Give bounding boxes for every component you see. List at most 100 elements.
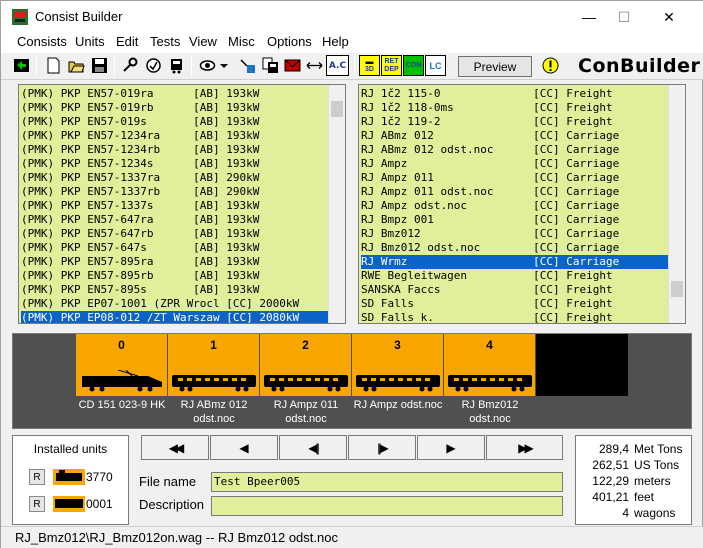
swap-icon[interactable]: [304, 55, 325, 76]
new-icon[interactable]: [43, 55, 64, 76]
right-list-item[interactable]: RJ Bmpz 001 [CC] Carriage: [361, 213, 668, 227]
save-icon[interactable]: [89, 55, 110, 76]
next-button[interactable]: ▶: [417, 435, 485, 460]
available-wagons-list[interactable]: RJ 1č2 115-0 [CC] Freight RJ 1č2 118-0ms …: [358, 84, 686, 324]
check-icon[interactable]: [143, 55, 164, 76]
right-list-item[interactable]: RJ Bmz012 odst.noc [CC] Carriage: [361, 241, 668, 255]
left-list-item[interactable]: (PMK) PKP EN57-1337ra [AB] 290kW: [21, 171, 328, 185]
description-field[interactable]: [211, 496, 563, 516]
reset-wagons-button[interactable]: R: [29, 496, 45, 512]
coach-icon: [264, 375, 348, 392]
preview-button[interactable]: Preview: [458, 56, 532, 77]
left-list-item[interactable]: (PMK) PKP EN57-1234rb [AB] 193kW: [21, 143, 328, 157]
left-list-item[interactable]: (PMK) PKP EN57-019s [AB] 193kW: [21, 115, 328, 129]
installed-units-panel: Installed units R 3770 R 0001: [12, 435, 129, 525]
right-list-item[interactable]: SD Falls [CC] Freight: [361, 297, 668, 311]
menu-view[interactable]: View: [189, 34, 217, 49]
tools-icon[interactable]: [120, 55, 141, 76]
left-list-item[interactable]: (PMK) PKP EN57-1234ra [AB] 193kW: [21, 129, 328, 143]
3d-icon[interactable]: ▬ 3D: [359, 55, 380, 76]
available-engines-list[interactable]: (PMK) PKP EN57-019ra [AB] 193kW (PMK) PKP…: [18, 84, 346, 324]
copy-icon[interactable]: [260, 55, 281, 76]
right-list-item[interactable]: SANSKA Faccs [CC] Freight: [361, 283, 668, 297]
empty-car-slot[interactable]: [536, 334, 628, 396]
menu-help[interactable]: Help: [322, 34, 349, 49]
car-name-line2: odst.noc: [193, 413, 235, 425]
right-list-item[interactable]: RJ Ampz 011 [CC] Carriage: [361, 171, 668, 185]
car-index: 1: [210, 338, 217, 352]
open-icon[interactable]: [66, 55, 87, 76]
left-list-scrollbar[interactable]: [328, 85, 345, 323]
menu-units[interactable]: Units: [75, 34, 105, 49]
left-list-item[interactable]: (PMK) PKP EN57-895s [AB] 193kW: [21, 283, 328, 297]
left-list-item[interactable]: (PMK) PKP EN57-1337rb [AB] 290kW: [21, 185, 328, 199]
consist-car[interactable]: 2 RJ Ampz 011 odst.noc: [260, 334, 352, 430]
status-bar: RJ_Bmz012\RJ_Bmz012on.wag -- RJ Bmz012 o…: [1, 526, 703, 548]
right-list-item[interactable]: RJ Bmz012 [CC] Carriage: [361, 227, 668, 241]
add-consist-icon[interactable]: [11, 55, 32, 76]
con-icon[interactable]: CON: [403, 55, 424, 76]
close-icon: ✕: [663, 8, 675, 25]
first-button[interactable]: ◀◀: [141, 435, 209, 460]
mail-icon[interactable]: [282, 55, 303, 76]
right-list-item[interactable]: SD Falls k. [CC] Freight: [361, 311, 668, 323]
replace-icon[interactable]: 1: [237, 55, 258, 76]
left-list-item[interactable]: (PMK) PKP EN57-1337s [AB] 193kW: [21, 199, 328, 213]
ac-icon[interactable]: A.C: [326, 55, 349, 76]
left-list-item[interactable]: (PMK) PKP EP08-012 /ZT Warszaw [CC] 2080…: [21, 311, 328, 323]
step-back-button[interactable]: ◀||: [279, 435, 347, 460]
right-list-item[interactable]: RJ 1č2 119-2 [CC] Freight: [361, 115, 668, 129]
left-list-item[interactable]: (PMK) PKP EN57-647ra [AB] 193kW: [21, 213, 328, 227]
step-forward-button[interactable]: ||▶: [348, 435, 416, 460]
right-list-item[interactable]: RJ ABmz 012 [CC] Carriage: [361, 129, 668, 143]
close-button[interactable]: ✕: [646, 1, 692, 33]
right-list-item[interactable]: RJ 1č2 118-0ms [CC] Freight: [361, 101, 668, 115]
dropdown-icon[interactable]: [218, 55, 230, 76]
left-list-item[interactable]: (PMK) PKP EN57-647rb [AB] 193kW: [21, 227, 328, 241]
minimize-icon: —: [582, 9, 596, 25]
consist-car[interactable]: 0 CD 151 023-9 HK: [76, 334, 168, 430]
installed-units-title: Installed units: [33, 442, 108, 456]
right-list-item[interactable]: RJ Ampz odst.noc [CC] Carriage: [361, 199, 668, 213]
train-icon[interactable]: [166, 55, 187, 76]
menu-edit[interactable]: Edit: [116, 34, 138, 49]
maximize-button[interactable]: ☐: [601, 1, 647, 33]
consist-car[interactable]: 3 RJ Ampz odst.noc: [352, 334, 444, 430]
left-scroll-thumb[interactable]: [331, 101, 343, 117]
car-thumbnail: 3: [352, 334, 444, 396]
consist-car[interactable]: 4 RJ Bmz012 odst.noc: [444, 334, 536, 430]
last-button[interactable]: ▶▶: [486, 435, 563, 460]
menu-misc[interactable]: Misc: [228, 34, 255, 49]
retdep-icon[interactable]: RET DEP: [381, 55, 402, 76]
left-list-item[interactable]: (PMK) PKP EP07-1001 (ZPR Wrocl [CC] 2000…: [21, 297, 328, 311]
consist-car[interactable]: 1 RJ ABmz 012 odst.noc: [168, 334, 260, 430]
right-list-item[interactable]: RJ 1č2 115-0 [CC] Freight: [361, 87, 668, 101]
right-list-scrollbar[interactable]: [668, 85, 685, 323]
menu-consists[interactable]: Consists: [17, 34, 67, 49]
file-name-field[interactable]: Test Bpeer005: [211, 472, 563, 492]
car-name: RJ Bmz012: [461, 399, 519, 411]
left-list-item[interactable]: (PMK) PKP EN57-019rb [AB] 193kW: [21, 101, 328, 115]
right-list-item[interactable]: RJ Ampz [CC] Carriage: [361, 157, 668, 171]
left-list-item[interactable]: (PMK) PKP EN57-647s [AB] 193kW: [21, 241, 328, 255]
eye-icon[interactable]: [197, 55, 218, 76]
coach-icon: [172, 375, 256, 392]
left-list-item[interactable]: (PMK) PKP EN57-895ra [AB] 193kW: [21, 255, 328, 269]
right-list-item[interactable]: RWE Begleitwagen [CC] Freight: [361, 269, 668, 283]
warning-icon[interactable]: [540, 55, 561, 76]
car-name: RJ ABmz 012: [180, 399, 248, 411]
left-list-item[interactable]: (PMK) PKP EN57-895rb [AB] 193kW: [21, 269, 328, 283]
reset-locos-button[interactable]: R: [29, 469, 45, 485]
previous-button[interactable]: ◀: [210, 435, 278, 460]
left-list-item[interactable]: (PMK) PKP EN57-1234s [AB] 193kW: [21, 157, 328, 171]
stat-wagons: 4 wagons: [622, 506, 676, 520]
lc-icon[interactable]: LC: [425, 55, 446, 76]
right-list-item[interactable]: RJ ABmz 012 odst.noc [CC] Carriage: [361, 143, 668, 157]
left-list-item[interactable]: (PMK) PKP EN57-019ra [AB] 193kW: [21, 87, 328, 101]
menu-options[interactable]: Options: [267, 34, 312, 49]
right-list-item[interactable]: RJ Ampz 011 odst.noc [CC] Carriage: [361, 185, 668, 199]
right-scroll-thumb[interactable]: [671, 281, 683, 297]
menu-tests[interactable]: Tests: [150, 34, 180, 49]
right-list-item[interactable]: RJ Wrmz [CC] Carriage: [361, 255, 668, 269]
window-title: Consist Builder: [35, 9, 123, 24]
